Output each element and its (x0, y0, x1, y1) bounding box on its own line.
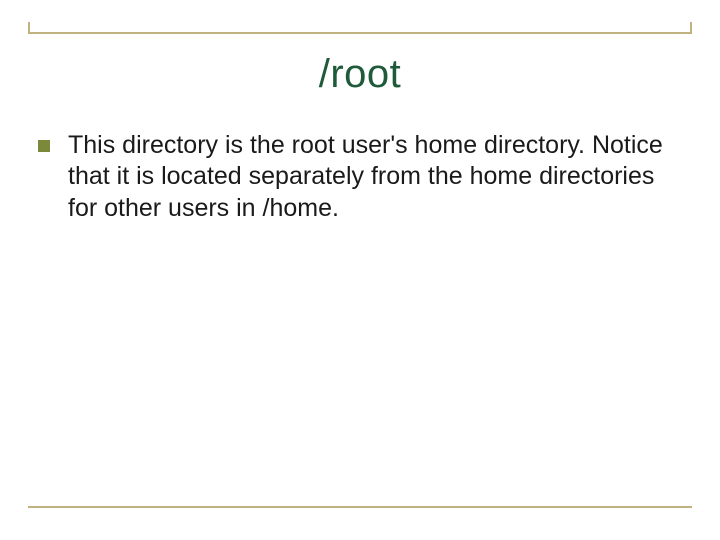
top-divider (28, 32, 692, 34)
top-rule-tick-left (28, 22, 30, 32)
slide: /root This directory is the root user's … (0, 0, 720, 540)
bullet-text: This directory is the root user's home d… (68, 130, 672, 224)
slide-body: This directory is the root user's home d… (38, 130, 672, 224)
bullet-item: This directory is the root user's home d… (38, 130, 672, 224)
square-bullet-icon (38, 140, 50, 152)
top-rule-tick-right (690, 22, 692, 32)
bottom-divider (28, 506, 692, 508)
slide-title: /root (0, 52, 720, 97)
